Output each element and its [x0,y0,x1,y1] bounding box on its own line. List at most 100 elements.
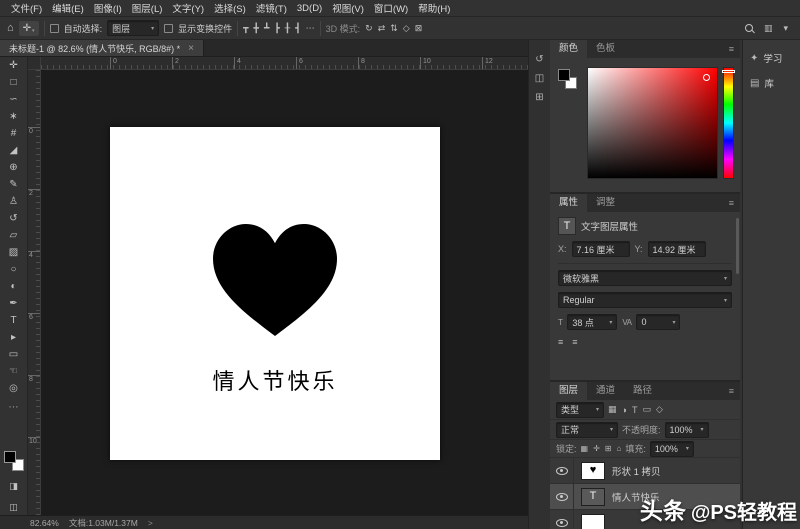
type-tool[interactable]: T [0,312,28,329]
path-selection-tool[interactable]: ▸ [0,329,28,346]
shape-tool[interactable]: ▭ [0,346,28,363]
ruler-origin[interactable] [28,57,41,70]
blend-mode-dropdown[interactable]: 正常 ▾ [556,421,618,438]
tab-paths[interactable]: 路径 [624,382,661,400]
tracking-dropdown[interactable]: 0 ▾ [636,314,681,330]
y-position-field[interactable]: 14.92 厘米 [647,241,706,257]
3d-drag-icon[interactable]: ⇅ [390,23,398,34]
layer-filter-dropdown[interactable]: 类型 ▾ [556,401,604,418]
hue-slider[interactable] [722,67,735,179]
menu-layer[interactable]: 图层(L) [127,1,168,15]
menu-view[interactable]: 视图(V) [327,1,369,15]
tab-channels[interactable]: 通道 [587,382,624,400]
menu-edit[interactable]: 编辑(E) [47,1,89,15]
foreground-color-swatch[interactable] [558,69,570,81]
tab-color[interactable]: 颜色 [550,40,588,58]
move-tool[interactable]: ✛ [0,57,28,74]
rectangular-marquee-tool[interactable]: □ [0,74,28,91]
filter-type-layers-icon[interactable]: T [632,405,638,415]
x-position-field[interactable]: 7.16 厘米 [571,241,630,257]
collapsed-info-panel-icon[interactable]: ◫ [535,73,544,84]
tab-layers[interactable]: 图层 [550,382,588,400]
lasso-tool[interactable]: ∽ [0,91,28,108]
menu-file[interactable]: 文件(F) [6,1,47,15]
search-icon[interactable] [744,24,753,32]
foreground-color-swatch[interactable] [3,451,16,463]
filter-shape-layers-icon[interactable]: ▭ [642,404,651,415]
filter-smart-objects-icon[interactable]: ◇ [656,404,663,415]
align-right-edges-icon[interactable]: ┫ [295,23,300,34]
zoom-tool[interactable]: ◎ [0,380,28,397]
zoom-level-field[interactable]: 82.64% [30,518,59,528]
text-align-left-icon[interactable]: ≡ [558,337,563,347]
auto-select-target-dropdown[interactable]: 图层 ▾ [107,20,160,36]
menu-3d[interactable]: 3D(D) [292,3,327,14]
3d-scale-icon[interactable]: ⊠ [415,23,423,34]
vertical-ruler[interactable]: 0 2 4 6 8 10 [28,70,41,515]
quick-selection-tool[interactable]: ∗ [0,108,28,125]
panel-menu-icon[interactable]: ≡ [729,44,740,54]
brush-tool[interactable]: ✎ [0,176,28,193]
dodge-tool[interactable]: ◐ [0,278,28,295]
align-top-edges-icon[interactable]: ┳ [243,23,248,34]
menu-type[interactable]: 文字(Y) [167,1,209,15]
eraser-tool[interactable]: ▱ [0,227,28,244]
history-brush-tool[interactable]: ↺ [0,210,28,227]
lock-position-icon[interactable]: ⊞ [605,444,612,453]
lock-image-pixels-icon[interactable]: ✛ [593,444,600,453]
opacity-field[interactable]: 100% ▾ [664,421,709,438]
blur-tool[interactable]: ○ [0,261,28,278]
tab-adjustments[interactable]: 调整 [587,194,624,212]
align-vertical-centers-icon[interactable]: ╋ [254,23,259,34]
document-tab[interactable]: 未标题-1 @ 82.6% (情人节快乐, RGB/8#) * × [0,40,205,56]
3d-rotate-icon[interactable]: ↻ [365,23,373,34]
panel-scrollbar[interactable] [736,218,739,274]
gradient-tool[interactable]: ▨ [0,244,28,261]
3d-roll-icon[interactable]: ⇄ [378,23,386,34]
font-size-dropdown[interactable]: 38 点 ▾ [567,314,618,330]
collapsed-character-panel-icon[interactable]: ⊞ [535,92,543,103]
document-canvas[interactable]: 情人节快乐 [110,127,440,460]
status-expand-icon[interactable]: > [148,518,153,528]
3d-slide-icon[interactable]: ◇ [403,23,410,34]
quick-mask-icon[interactable]: ◨ [0,479,28,493]
tab-swatches[interactable]: 色板 [587,40,624,58]
eyedropper-tool[interactable]: ◢ [0,142,28,159]
align-left-edges-icon[interactable]: ┣ [274,23,279,34]
font-style-dropdown[interactable]: Regular ▾ [558,292,732,308]
close-tab-icon[interactable]: × [188,43,194,54]
color-swatch-pair[interactable] [556,67,582,99]
chevron-down-icon[interactable]: ▾ [783,23,788,34]
pen-tool[interactable]: ✒ [0,295,28,312]
current-tool-preset[interactable]: ✛ ▾ [18,20,39,36]
horizontal-ruler[interactable]: 0 2 4 6 8 10 12 [41,57,528,70]
panel-menu-icon[interactable]: ≡ [729,386,740,396]
layer-thumbnail[interactable]: T [581,487,605,506]
layer-thumbnail[interactable] [581,513,605,529]
filter-adjustment-layers-icon[interactable]: ◑ [622,405,627,415]
panel-menu-icon[interactable]: ≡ [729,198,740,208]
menu-image[interactable]: 图像(I) [89,1,127,15]
layer-row-shape-copy[interactable]: ♥ 形状 1 拷贝 [550,458,740,484]
clone-stamp-tool[interactable]: ♙ [0,193,28,210]
align-horizontal-centers-icon[interactable]: ╂ [285,23,290,34]
menu-help[interactable]: 帮助(H) [413,1,455,15]
spot-healing-brush-tool[interactable]: ⊕ [0,159,28,176]
canvas-text[interactable]: 情人节快乐 [110,364,440,396]
libraries-panel-button[interactable]: ▤ 库 [743,73,800,93]
collapsed-history-panel-icon[interactable]: ↺ [535,54,543,65]
heart-shape[interactable] [213,224,337,336]
menu-window[interactable]: 窗口(W) [369,1,413,15]
hand-tool[interactable]: ☜ [0,363,28,380]
edit-toolbar-icon[interactable]: ⋯ [0,402,28,414]
auto-select-checkbox[interactable] [49,23,59,33]
text-options-icon[interactable]: ≡ [572,337,577,347]
saturation-brightness-field[interactable] [587,67,718,179]
layer-thumbnail[interactable]: ♥ [581,461,605,480]
foreground-background-swatches[interactable] [3,450,25,472]
home-icon[interactable]: ⌂ [7,22,14,34]
show-transform-checkbox[interactable] [164,23,174,33]
menu-select[interactable]: 选择(S) [209,1,251,15]
workspace-icon[interactable]: ▥ [764,23,773,34]
layer-visibility-toggle[interactable] [550,458,574,483]
